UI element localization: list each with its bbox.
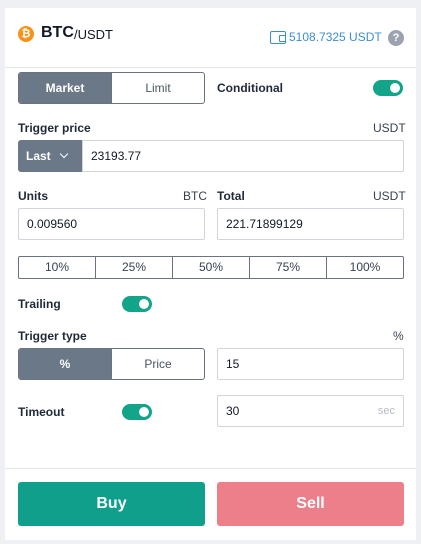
trigger-price-value: 23193.77 bbox=[91, 149, 142, 163]
total-input[interactable]: 221.71899129 bbox=[217, 208, 404, 240]
tab-market[interactable]: Market bbox=[19, 73, 111, 103]
timeout-input[interactable]: 30 sec bbox=[217, 395, 404, 427]
tab-percent[interactable]: % bbox=[19, 349, 111, 379]
trigger-type-input[interactable]: 15 bbox=[217, 348, 404, 380]
tab-limit[interactable]: Limit bbox=[111, 73, 204, 103]
order-type-segmented: Market Limit bbox=[18, 72, 205, 104]
units-label: Units bbox=[18, 189, 48, 203]
trigger-mode-select[interactable]: Last bbox=[18, 140, 82, 172]
wallet-icon[interactable] bbox=[270, 31, 286, 44]
bitcoin-icon: ₿ bbox=[18, 26, 34, 42]
total-value: 221.71899129 bbox=[226, 217, 303, 231]
conditional-label: Conditional bbox=[217, 81, 283, 95]
units-value: 0.009560 bbox=[27, 217, 78, 231]
timeout-toggle[interactable] bbox=[122, 404, 152, 420]
available-balance[interactable]: 5108.7325 USDT bbox=[289, 30, 382, 44]
trigger-type-segmented: % Price bbox=[18, 348, 205, 380]
tab-price[interactable]: Price bbox=[111, 349, 204, 379]
percent-10-button[interactable]: 10% bbox=[19, 257, 95, 278]
total-label: Total bbox=[217, 189, 245, 203]
help-icon[interactable]: ? bbox=[388, 30, 404, 46]
sell-button[interactable]: Sell bbox=[217, 482, 404, 526]
trigger-price-unit: USDT bbox=[373, 121, 406, 135]
units-unit: BTC bbox=[183, 189, 207, 203]
percent-100-button[interactable]: 100% bbox=[326, 257, 403, 278]
chevron-down-icon bbox=[59, 149, 68, 159]
trailing-toggle[interactable] bbox=[122, 296, 152, 312]
trailing-label: Trailing bbox=[18, 297, 61, 311]
trigger-mode-value: Last bbox=[26, 149, 51, 163]
trigger-type-value: 15 bbox=[226, 357, 240, 371]
divider bbox=[5, 468, 416, 469]
pair-base-symbol: BTC bbox=[41, 24, 74, 41]
percent-25-button[interactable]: 25% bbox=[95, 257, 172, 278]
timeout-label: Timeout bbox=[18, 405, 65, 419]
trigger-price-label: Trigger price bbox=[18, 121, 91, 135]
timeout-unit: sec bbox=[377, 405, 395, 417]
percent-shortcuts: 10% 25% 50% 75% 100% bbox=[18, 256, 404, 279]
buy-button[interactable]: Buy bbox=[18, 482, 205, 526]
pair-quote-symbol: /USDT bbox=[74, 27, 113, 42]
percent-75-button[interactable]: 75% bbox=[249, 257, 326, 278]
timeout-value: 30 bbox=[226, 404, 240, 418]
trigger-type-label: Trigger type bbox=[18, 329, 87, 343]
units-input[interactable]: 0.009560 bbox=[18, 208, 205, 240]
total-unit: USDT bbox=[373, 189, 406, 203]
trigger-type-unit: % bbox=[393, 329, 404, 343]
conditional-toggle[interactable] bbox=[373, 80, 403, 96]
trigger-price-input[interactable]: 23193.77 bbox=[82, 140, 404, 172]
order-panel: ₿ BTC /USDT 5108.7325 USDT ? Market Limi… bbox=[5, 8, 416, 540]
percent-50-button[interactable]: 50% bbox=[172, 257, 249, 278]
